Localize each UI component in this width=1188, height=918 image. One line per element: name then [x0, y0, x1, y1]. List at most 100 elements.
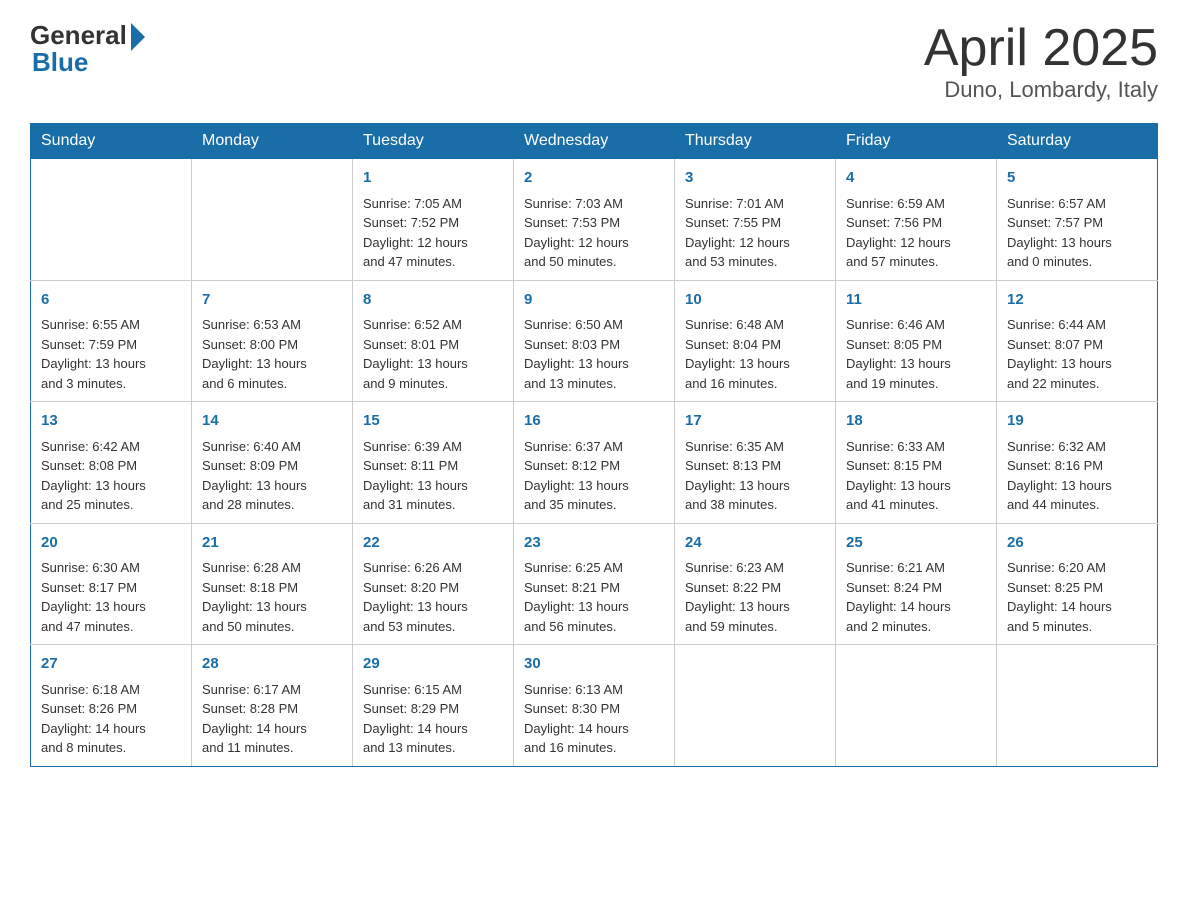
- calendar-day-header: Saturday: [997, 124, 1158, 159]
- day-info: Daylight: 13 hours: [202, 597, 342, 617]
- calendar-cell: [836, 645, 997, 767]
- day-info: Daylight: 13 hours: [685, 354, 825, 374]
- day-info: Daylight: 13 hours: [685, 597, 825, 617]
- logo-blue-text: Blue: [32, 47, 88, 78]
- day-info: and 53 minutes.: [685, 252, 825, 272]
- calendar-week-row: 27Sunrise: 6:18 AMSunset: 8:26 PMDayligh…: [31, 645, 1158, 767]
- day-info: Daylight: 13 hours: [524, 354, 664, 374]
- day-info: Daylight: 14 hours: [846, 597, 986, 617]
- day-info: and 31 minutes.: [363, 495, 503, 515]
- calendar-cell: 25Sunrise: 6:21 AMSunset: 8:24 PMDayligh…: [836, 523, 997, 645]
- day-info: Sunrise: 6:59 AM: [846, 194, 986, 214]
- calendar-day-header: Tuesday: [353, 124, 514, 159]
- day-info: and 13 minutes.: [363, 738, 503, 758]
- calendar-week-row: 13Sunrise: 6:42 AMSunset: 8:08 PMDayligh…: [31, 402, 1158, 524]
- calendar-cell: 6Sunrise: 6:55 AMSunset: 7:59 PMDaylight…: [31, 280, 192, 402]
- day-info: Sunset: 8:00 PM: [202, 335, 342, 355]
- day-info: Daylight: 14 hours: [1007, 597, 1147, 617]
- calendar-cell: 1Sunrise: 7:05 AMSunset: 7:52 PMDaylight…: [353, 159, 514, 281]
- day-info: Sunset: 8:16 PM: [1007, 456, 1147, 476]
- day-info: and 50 minutes.: [202, 617, 342, 637]
- day-info: Sunrise: 6:40 AM: [202, 437, 342, 457]
- day-number: 14: [202, 410, 342, 433]
- calendar-cell: [675, 645, 836, 767]
- calendar-cell: 13Sunrise: 6:42 AMSunset: 8:08 PMDayligh…: [31, 402, 192, 524]
- day-info: Sunrise: 6:23 AM: [685, 558, 825, 578]
- day-number: 11: [846, 289, 986, 312]
- day-info: Daylight: 13 hours: [41, 597, 181, 617]
- day-info: Sunrise: 6:35 AM: [685, 437, 825, 457]
- day-info: and 8 minutes.: [41, 738, 181, 758]
- day-number: 7: [202, 289, 342, 312]
- day-info: and 47 minutes.: [363, 252, 503, 272]
- day-info: Sunrise: 7:01 AM: [685, 194, 825, 214]
- day-info: and 53 minutes.: [363, 617, 503, 637]
- day-info: Sunset: 8:04 PM: [685, 335, 825, 355]
- logo: General Blue: [30, 20, 145, 78]
- day-info: Daylight: 14 hours: [524, 719, 664, 739]
- calendar-cell: 15Sunrise: 6:39 AMSunset: 8:11 PMDayligh…: [353, 402, 514, 524]
- day-info: and 56 minutes.: [524, 617, 664, 637]
- day-info: Sunrise: 6:37 AM: [524, 437, 664, 457]
- day-info: Sunrise: 6:42 AM: [41, 437, 181, 457]
- day-info: Daylight: 13 hours: [846, 476, 986, 496]
- day-number: 8: [363, 289, 503, 312]
- day-number: 12: [1007, 289, 1147, 312]
- calendar-header-row: SundayMondayTuesdayWednesdayThursdayFrid…: [31, 124, 1158, 159]
- day-number: 24: [685, 532, 825, 555]
- day-info: Sunset: 8:09 PM: [202, 456, 342, 476]
- calendar-week-row: 1Sunrise: 7:05 AMSunset: 7:52 PMDaylight…: [31, 159, 1158, 281]
- day-info: and 2 minutes.: [846, 617, 986, 637]
- day-info: and 19 minutes.: [846, 374, 986, 394]
- day-info: Sunrise: 6:20 AM: [1007, 558, 1147, 578]
- day-info: Sunset: 8:17 PM: [41, 578, 181, 598]
- day-info: Sunrise: 6:32 AM: [1007, 437, 1147, 457]
- day-info: Daylight: 13 hours: [1007, 233, 1147, 253]
- day-number: 9: [524, 289, 664, 312]
- day-number: 1: [363, 167, 503, 190]
- day-info: Sunset: 8:20 PM: [363, 578, 503, 598]
- day-info: Sunset: 8:08 PM: [41, 456, 181, 476]
- calendar-cell: 20Sunrise: 6:30 AMSunset: 8:17 PMDayligh…: [31, 523, 192, 645]
- day-number: 28: [202, 653, 342, 676]
- day-number: 20: [41, 532, 181, 555]
- day-number: 27: [41, 653, 181, 676]
- day-number: 17: [685, 410, 825, 433]
- day-number: 5: [1007, 167, 1147, 190]
- day-info: and 5 minutes.: [1007, 617, 1147, 637]
- day-info: Daylight: 13 hours: [41, 476, 181, 496]
- calendar-cell: 29Sunrise: 6:15 AMSunset: 8:29 PMDayligh…: [353, 645, 514, 767]
- day-number: 30: [524, 653, 664, 676]
- day-number: 21: [202, 532, 342, 555]
- day-info: Sunset: 8:13 PM: [685, 456, 825, 476]
- day-info: Sunset: 7:53 PM: [524, 213, 664, 233]
- day-number: 2: [524, 167, 664, 190]
- day-info: Sunrise: 6:33 AM: [846, 437, 986, 457]
- day-info: and 47 minutes.: [41, 617, 181, 637]
- day-number: 18: [846, 410, 986, 433]
- day-number: 26: [1007, 532, 1147, 555]
- day-number: 6: [41, 289, 181, 312]
- day-info: Daylight: 13 hours: [1007, 354, 1147, 374]
- day-info: Sunrise: 6:26 AM: [363, 558, 503, 578]
- title-area: April 2025 Duno, Lombardy, Italy: [924, 20, 1158, 103]
- calendar-day-header: Thursday: [675, 124, 836, 159]
- day-info: Sunrise: 6:46 AM: [846, 315, 986, 335]
- calendar-cell: 10Sunrise: 6:48 AMSunset: 8:04 PMDayligh…: [675, 280, 836, 402]
- calendar-cell: 8Sunrise: 6:52 AMSunset: 8:01 PMDaylight…: [353, 280, 514, 402]
- day-info: Daylight: 13 hours: [41, 354, 181, 374]
- calendar-cell: 16Sunrise: 6:37 AMSunset: 8:12 PMDayligh…: [514, 402, 675, 524]
- calendar-cell: 21Sunrise: 6:28 AMSunset: 8:18 PMDayligh…: [192, 523, 353, 645]
- day-info: Daylight: 14 hours: [202, 719, 342, 739]
- day-info: Sunrise: 6:48 AM: [685, 315, 825, 335]
- day-info: Sunrise: 6:15 AM: [363, 680, 503, 700]
- day-info: Sunset: 7:55 PM: [685, 213, 825, 233]
- day-info: and 22 minutes.: [1007, 374, 1147, 394]
- day-info: Daylight: 13 hours: [202, 354, 342, 374]
- calendar-cell: 2Sunrise: 7:03 AMSunset: 7:53 PMDaylight…: [514, 159, 675, 281]
- logo-arrow-icon: [131, 23, 145, 51]
- day-info: and 3 minutes.: [41, 374, 181, 394]
- calendar-cell: 27Sunrise: 6:18 AMSunset: 8:26 PMDayligh…: [31, 645, 192, 767]
- day-info: Sunrise: 6:39 AM: [363, 437, 503, 457]
- day-info: Sunset: 8:01 PM: [363, 335, 503, 355]
